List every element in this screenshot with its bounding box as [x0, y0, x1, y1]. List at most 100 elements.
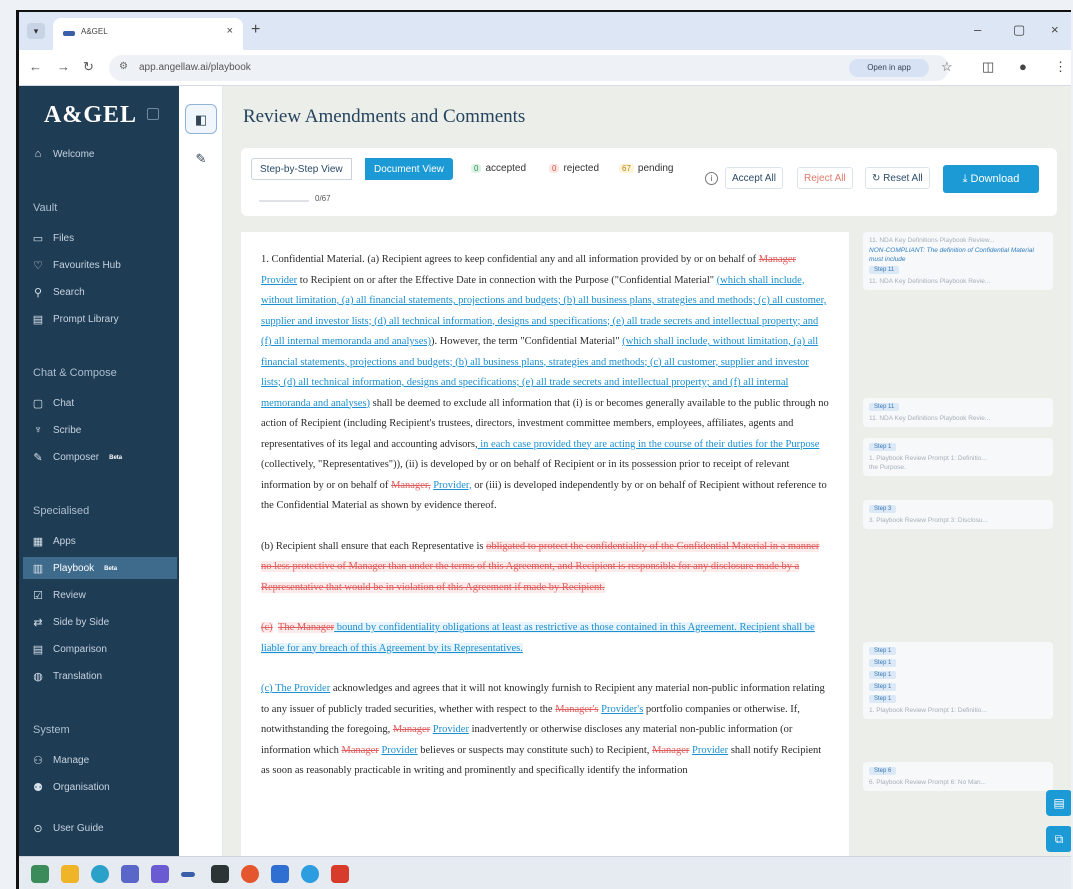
comment-card[interactable]: Step 3 3. Playbook Review Prompt 3: Disc… [863, 500, 1053, 529]
sidebar-collapse-icon[interactable] [147, 108, 159, 120]
inserted-text[interactable]: bound by confidentiality obligations at … [261, 622, 815, 654]
globe-app-icon[interactable] [301, 865, 319, 883]
url-text[interactable]: app.angellaw.ai/playbook [139, 62, 251, 73]
sidebar-item-user-guide[interactable]: ⊙ User Guide [31, 822, 104, 835]
sidebar-item-favourites[interactable]: ♡ Favourites Hub [31, 259, 121, 272]
deleted-text[interactable]: (c) [261, 622, 273, 633]
inserted-text[interactable]: Provider [381, 745, 417, 756]
panel-toggle-icon[interactable]: ◧ [185, 104, 217, 134]
inserted-text[interactable]: Provider [433, 724, 469, 735]
floating-copy-icon[interactable]: ⧉ [1046, 826, 1071, 852]
teams-chat-icon[interactable] [151, 865, 169, 883]
step-badge[interactable]: Step 11 [869, 266, 900, 274]
url-field[interactable]: ⚙ app.angellaw.ai/playbook Open in app ☆ [109, 55, 953, 81]
step-badge[interactable]: Step 1 [869, 671, 897, 679]
tab-close-icon[interactable]: × [227, 25, 233, 37]
step-badge[interactable]: Step 3 [869, 505, 897, 513]
step-badge[interactable]: Step 1 [869, 683, 897, 691]
deleted-text[interactable]: Manager [652, 745, 689, 756]
sidebar-item-organisation[interactable]: ⚉ Organisation [31, 781, 110, 794]
inserted-text[interactable]: in each case provided they are acting in… [478, 439, 819, 450]
browser-menu-icon[interactable]: ⋮ [1054, 59, 1067, 75]
sidebar-item-chat[interactable]: ▢ Chat [31, 397, 74, 410]
sidebar-item-apps[interactable]: ▦ Apps [31, 535, 76, 548]
browser-tab[interactable]: A&GEL × [53, 18, 243, 50]
window-close-icon[interactable]: × [1051, 22, 1059, 37]
document-view-button[interactable]: Document View [365, 158, 453, 180]
angel-app-icon[interactable] [181, 872, 195, 877]
edge-browser-icon[interactable] [91, 865, 109, 883]
book-icon: ▥ [32, 563, 44, 575]
word-icon[interactable] [271, 865, 289, 883]
deleted-text[interactable]: Manager [341, 745, 378, 756]
minimize-icon[interactable]: – [974, 22, 981, 37]
info-icon[interactable]: i [705, 172, 718, 185]
pdf-reader-icon[interactable] [331, 865, 349, 883]
download-button[interactable]: ⤓ Download [943, 165, 1039, 193]
tab-search-icon[interactable]: ▾ [27, 23, 45, 39]
sidebar-item-side-by-side[interactable]: ⇄ Side by Side [31, 616, 109, 629]
sidebar-item-search[interactable]: ⚲ Search [31, 286, 85, 299]
comment-card[interactable]: Step 1 1. Playbook Review Prompt 1: Defi… [863, 438, 1053, 476]
deleted-text[interactable]: Manager, [391, 480, 431, 491]
inserted-text[interactable]: Provider, [433, 480, 471, 491]
sidebar-item-welcome[interactable]: ⌂ Welcome [31, 148, 95, 160]
profile-avatar-icon[interactable]: ● [1019, 59, 1027, 74]
sidebar-item-scribe[interactable]: ♆ Scribe [31, 424, 81, 436]
inserted-text[interactable]: (c) The Provider [261, 683, 330, 694]
pending-label: pending [637, 163, 674, 174]
sidebar-item-comparison[interactable]: ▤ Comparison [31, 643, 107, 656]
comment-card[interactable]: Step 11 11. NDA Key Definitions Playbook… [863, 398, 1053, 427]
comment-card[interactable]: Step 1 Step 1 Step 1 Step 1 Step 1 1. Pl… [863, 642, 1053, 719]
open-in-app-button[interactable]: Open in app [849, 59, 929, 77]
deleted-text[interactable]: Manager's [555, 704, 598, 715]
sidebar-item-review[interactable]: ☑ Review [31, 589, 86, 602]
step-badge[interactable]: Step 6 [869, 767, 897, 775]
sidebar-item-playbook[interactable]: ▥ Playbook Beta [31, 562, 117, 575]
sidebar-item-files[interactable]: ▭ Files [31, 232, 74, 245]
step-badge[interactable]: Step 1 [869, 443, 897, 451]
floating-panel-icon[interactable]: ▤ [1046, 790, 1071, 816]
inserted-text[interactable]: Provider [692, 745, 728, 756]
sidebar-item-composer[interactable]: ✎ Composer Beta [31, 451, 122, 464]
deleted-text[interactable]: Manager [393, 724, 430, 735]
step-badge[interactable]: Step 11 [869, 403, 900, 411]
teams-icon[interactable] [121, 865, 139, 883]
inserted-text[interactable]: Provider [261, 275, 297, 286]
terminal-icon[interactable] [211, 865, 229, 883]
heart-icon: ♡ [33, 260, 43, 272]
edit-icon[interactable]: ✎ [185, 144, 217, 174]
site-info-icon[interactable]: ⚙ [119, 61, 128, 72]
inserted-text[interactable]: Provider's [601, 704, 643, 715]
paragraph-1: 1. Confidential Material. (a) Recipient … [261, 250, 829, 517]
reject-all-button[interactable]: Reject All [797, 167, 853, 189]
step-badge[interactable]: Step 1 [869, 647, 897, 655]
forward-icon[interactable]: → [57, 59, 70, 74]
reset-all-button[interactable]: ↻ Reset All [865, 167, 930, 189]
start-icon[interactable] [31, 865, 49, 883]
document-icon: ▤ [32, 644, 44, 656]
chrome-icon[interactable] [241, 865, 259, 883]
sidebar-item-prompt-library[interactable]: ▤ Prompt Library [31, 313, 119, 326]
step-by-step-view-button[interactable]: Step-by-Step View [251, 158, 352, 180]
maximize-icon[interactable]: ▢ [1013, 22, 1025, 38]
sidebar-item-label: User Guide [53, 823, 104, 834]
reload-icon[interactable]: ↻ [83, 59, 94, 75]
new-tab-icon[interactable]: + [251, 21, 260, 39]
sidebar-item-translation[interactable]: ◍ Translation [31, 670, 102, 683]
step-badge[interactable]: Step 1 [869, 659, 897, 667]
app-logo[interactable]: A&GEL [44, 102, 137, 129]
step-badge[interactable]: Step 1 [869, 695, 897, 703]
bookmark-star-icon[interactable]: ☆ [941, 59, 953, 75]
comment-card[interactable]: 11. NDA Key Definitions Playbook Review.… [863, 232, 1053, 290]
file-explorer-icon[interactable] [61, 865, 79, 883]
sidebar-item-label: Side by Side [53, 617, 110, 628]
pending-stat: 67 pending [619, 163, 674, 174]
sidebar-item-manage[interactable]: ⚇ Manage [31, 754, 89, 767]
extensions-icon[interactable]: ◫ [982, 59, 994, 75]
comment-card[interactable]: Step 6 6. Playbook Review Prompt 6: No M… [863, 762, 1053, 791]
deleted-text[interactable]: Manager [759, 254, 796, 265]
back-icon[interactable]: ← [29, 59, 42, 74]
accept-all-button[interactable]: Accept All [725, 167, 783, 189]
deleted-text[interactable]: The Manager [277, 622, 335, 633]
